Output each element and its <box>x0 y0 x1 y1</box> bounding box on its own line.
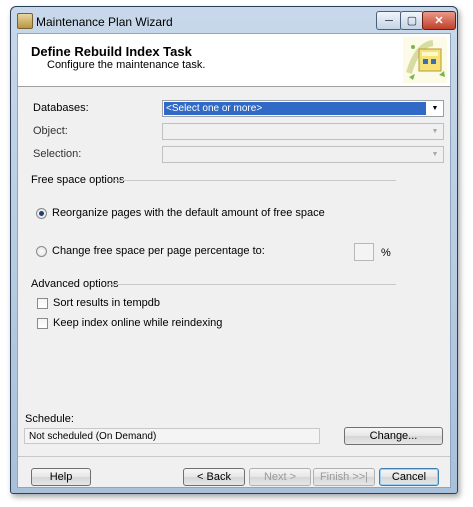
schedule-label: Schedule: <box>25 413 74 425</box>
selection-dropdown[interactable]: ▼ <box>162 146 444 163</box>
chevron-down-icon[interactable]: ▼ <box>428 125 442 138</box>
change-free-space-label[interactable]: Change free space per page percentage to… <box>52 245 265 257</box>
schedule-value: Not scheduled (On Demand) <box>24 428 320 444</box>
databases-value: <Select one or more> <box>164 102 426 115</box>
databases-label: Databases: <box>33 102 89 114</box>
minimize-icon: ─ <box>385 14 393 27</box>
minimize-button[interactable]: ─ <box>376 11 402 30</box>
footer-divider <box>18 456 450 457</box>
back-button[interactable]: < Back <box>183 468 245 486</box>
chevron-down-icon[interactable]: ▼ <box>428 102 442 115</box>
selection-value <box>164 148 426 161</box>
databases-dropdown[interactable]: <Select one or more> ▼ <box>162 100 444 117</box>
page-subtitle: Configure the maintenance task. <box>47 59 206 71</box>
sort-tempdb-checkbox[interactable] <box>37 298 48 309</box>
keep-online-checkbox[interactable] <box>37 318 48 329</box>
wizard-header: Define Rebuild Index Task Configure the … <box>18 34 450 87</box>
percent-unit-label: % <box>381 247 391 259</box>
advanced-divider <box>107 284 396 285</box>
free-space-percent-input[interactable] <box>354 243 374 261</box>
object-value <box>164 125 426 138</box>
object-dropdown[interactable]: ▼ <box>162 123 444 140</box>
window-title: Maintenance Plan Wizard <box>36 15 173 29</box>
finish-button[interactable]: Finish >>| <box>313 468 375 486</box>
maximize-button[interactable]: ▢ <box>400 11 424 30</box>
wizard-illustration-icon <box>403 37 447 83</box>
selection-label: Selection: <box>33 148 82 160</box>
close-icon: ✕ <box>434 15 444 27</box>
help-button[interactable]: Help <box>31 468 91 486</box>
free-space-group-label: Free space options <box>31 174 125 186</box>
sort-tempdb-label[interactable]: Sort results in tempdb <box>53 297 160 309</box>
page-title: Define Rebuild Index Task <box>31 44 192 59</box>
next-button[interactable]: Next > <box>249 468 311 486</box>
title-bar[interactable]: Maintenance Plan Wizard ─ ▢ ✕ <box>11 7 457 33</box>
cancel-button[interactable]: Cancel <box>379 468 439 486</box>
reorganize-default-label[interactable]: Reorganize pages with the default amount… <box>52 207 325 219</box>
maximize-icon: ▢ <box>406 15 418 27</box>
maintenance-plan-icon <box>17 13 33 29</box>
free-space-divider <box>114 180 396 181</box>
close-button[interactable]: ✕ <box>422 11 456 30</box>
chevron-down-icon[interactable]: ▼ <box>428 148 442 161</box>
wizard-client-area: Define Rebuild Index Task Configure the … <box>17 33 451 488</box>
change-schedule-button[interactable]: Change... <box>344 427 443 445</box>
object-label: Object: <box>33 125 68 137</box>
wizard-window: Maintenance Plan Wizard ─ ▢ ✕ Define Reb… <box>10 6 458 494</box>
advanced-group-label: Advanced options <box>31 278 119 290</box>
change-free-space-radio[interactable] <box>36 246 47 257</box>
keep-online-label[interactable]: Keep index online while reindexing <box>53 317 222 329</box>
reorganize-default-radio[interactable] <box>36 208 47 219</box>
